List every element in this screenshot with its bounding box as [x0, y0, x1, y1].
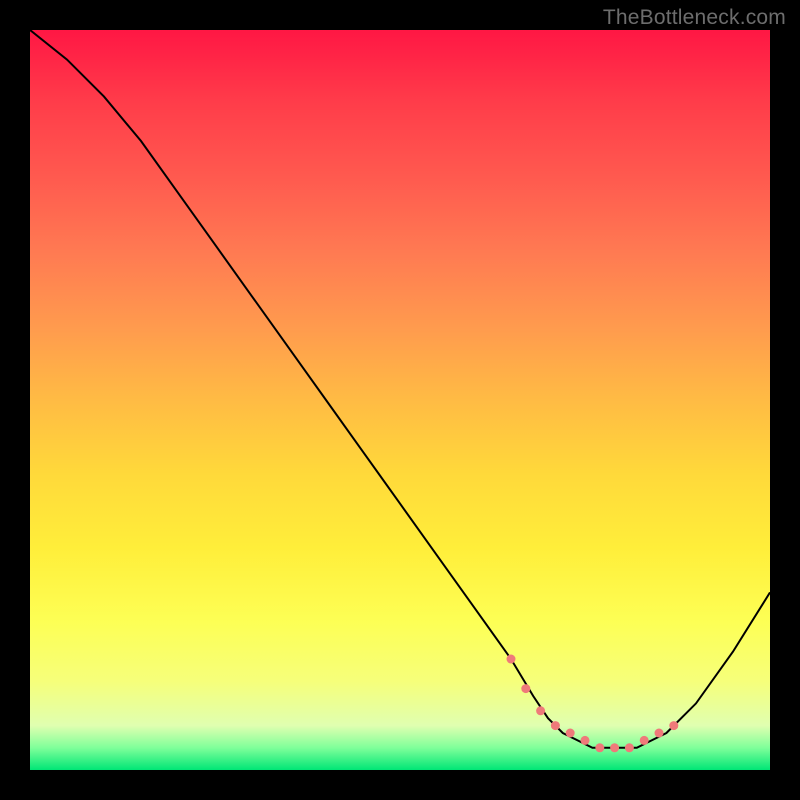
marker-point: [610, 743, 619, 752]
marker-point: [551, 721, 560, 730]
plot-area: [30, 30, 770, 770]
marker-point: [581, 736, 590, 745]
marker-point: [566, 729, 575, 738]
marker-point: [669, 721, 678, 730]
marker-point: [595, 743, 604, 752]
curve-line: [30, 30, 770, 748]
watermark: TheBottleneck.com: [603, 6, 786, 30]
marker-point: [625, 743, 634, 752]
marker-point: [655, 729, 664, 738]
highlight-markers: [507, 655, 679, 753]
marker-point: [521, 684, 530, 693]
marker-point: [536, 706, 545, 715]
chart-svg: [30, 30, 770, 770]
marker-point: [507, 655, 516, 664]
bottleneck-curve: [30, 30, 770, 748]
marker-point: [640, 736, 649, 745]
chart-container: TheBottleneck.com: [0, 0, 800, 800]
